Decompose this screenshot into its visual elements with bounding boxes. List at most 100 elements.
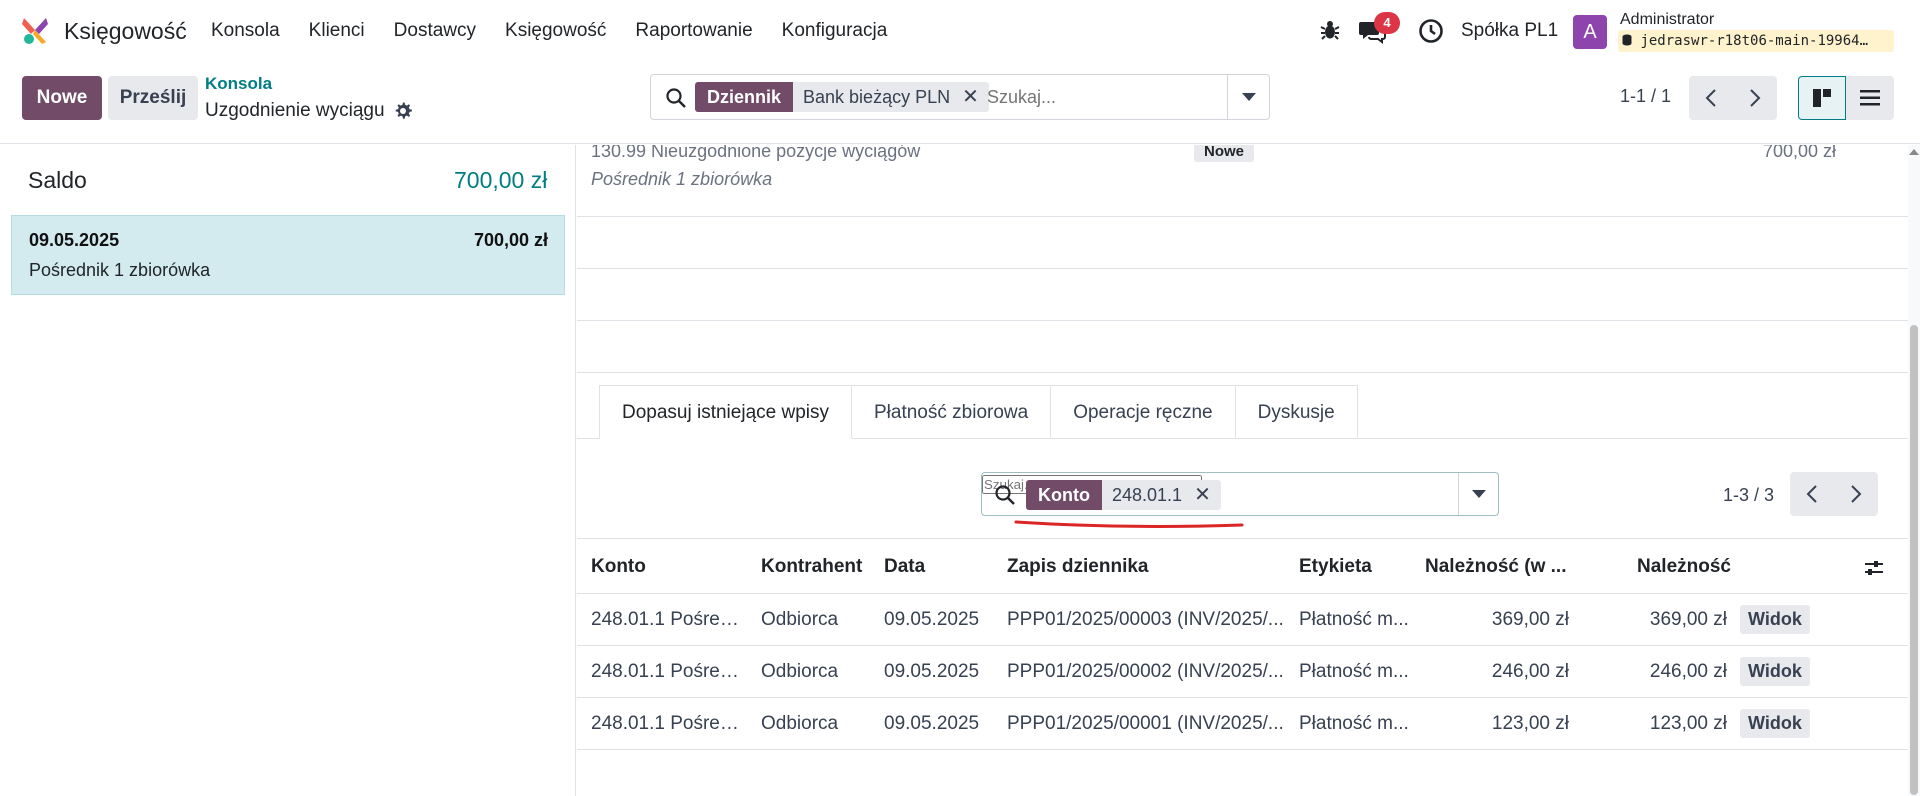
list-view-button[interactable]: [1846, 76, 1894, 120]
view-button[interactable]: Widok: [1740, 657, 1810, 686]
database-icon: [1622, 34, 1632, 46]
caret-down-icon: [1242, 93, 1256, 101]
app-logo-icon[interactable]: [20, 16, 50, 46]
cell-naleznosc-w: 123,00 zł: [1491, 713, 1569, 734]
kanban-view-button[interactable]: [1798, 76, 1846, 120]
cell-kontrahent: Odbiorca: [761, 609, 839, 630]
breadcrumb-parent-link[interactable]: Konsola: [205, 74, 272, 94]
search-options-toggle[interactable]: [1458, 473, 1498, 515]
tab-batch-payment[interactable]: Płatność zbiorowa: [852, 385, 1052, 439]
company-switcher[interactable]: Spółka PL1: [1461, 20, 1558, 42]
cell-data: 09.05.2025: [884, 713, 980, 734]
cell-konto: 248.01.1 Pośred...: [591, 609, 743, 630]
column-header-data[interactable]: Data: [884, 556, 925, 578]
cell-zapis: PPP01/2025/00002 (INV/2025/...: [1007, 661, 1284, 682]
cell-konto: 248.01.1 Pośred...: [591, 713, 743, 734]
caret-down-icon: [1472, 490, 1486, 498]
chevron-left-icon: [1705, 89, 1716, 107]
unreconciled-line-partner: Pośrednik 1 zbiorówka: [591, 169, 773, 189]
column-header-etykieta[interactable]: Etykieta: [1299, 556, 1372, 578]
search-facet-konto: Konto 248.01.1 ✕: [1026, 480, 1221, 510]
pager-buttons: [1689, 76, 1777, 120]
search-options-toggle[interactable]: [1227, 75, 1269, 119]
top-navbar: Księgowość Konsola Klienci Dostawcy Księ…: [0, 0, 1920, 64]
cell-etykieta: Płatność m...: [1299, 661, 1409, 682]
search-icon[interactable]: [994, 484, 1016, 506]
empty-line: [577, 217, 1908, 269]
entries-search-bar: Konto 248.01.1 ✕: [981, 472, 1499, 516]
cell-kontrahent: Odbiorca: [761, 713, 839, 734]
debug-bug-icon[interactable]: [1318, 18, 1342, 42]
facet-remove-icon[interactable]: ✕: [962, 82, 979, 112]
gear-icon[interactable]: [393, 101, 413, 121]
statement-line-date: 09.05.2025: [29, 230, 120, 250]
entries-pager-value[interactable]: 1-3 / 3: [1723, 485, 1774, 506]
pager-next-button[interactable]: [1834, 472, 1878, 516]
view-button[interactable]: Widok: [1740, 709, 1810, 738]
tab-manual-operations[interactable]: Operacje ręczne: [1051, 385, 1236, 439]
cell-zapis: PPP01/2025/00003 (INV/2025/...: [1007, 609, 1284, 630]
list-icon: [1860, 90, 1880, 106]
menu-item-raportowanie[interactable]: Raportowanie: [635, 20, 752, 42]
pager-previous-button[interactable]: [1689, 76, 1733, 120]
pager-previous-button[interactable]: [1790, 472, 1834, 516]
balance-label: Saldo: [28, 167, 87, 193]
cell-kontrahent: Odbiorca: [761, 661, 839, 682]
table-row[interactable]: 248.01.1 Pośred... Odbiorca 09.05.2025 P…: [577, 698, 1908, 750]
facet-key: Dziennik: [695, 82, 794, 112]
menu-item-konsola[interactable]: Konsola: [211, 20, 280, 42]
facet-key: Konto: [1026, 480, 1102, 510]
user-avatar[interactable]: A: [1573, 15, 1607, 49]
cell-etykieta: Płatność m...: [1299, 713, 1409, 734]
activity-clock-icon[interactable]: [1418, 18, 1444, 44]
table-row[interactable]: 248.01.1 Pośred... Odbiorca 09.05.2025 P…: [577, 646, 1908, 698]
table-row[interactable]: 248.01.1 Pośred... Odbiorca 09.05.2025 P…: [577, 594, 1908, 646]
cell-data: 09.05.2025: [884, 609, 980, 630]
menu-item-konfiguracja[interactable]: Konfiguracja: [782, 20, 888, 42]
menu-item-dostawcy[interactable]: Dostawcy: [394, 20, 476, 42]
entries-pager-buttons: [1790, 472, 1878, 516]
app-name[interactable]: Księgowość: [64, 18, 187, 45]
search-icon[interactable]: [665, 87, 687, 109]
statement-line-card[interactable]: 09.05.2025 700,00 zł Pośrednik 1 zbiorów…: [11, 215, 565, 295]
tab-discussions[interactable]: Dyskusje: [1235, 385, 1358, 439]
database-name-text: jedraswr-r18t06-main-19964…: [1640, 33, 1869, 49]
reconcile-tabs: Dopasuj istniejące wpisy Płatność zbioro…: [599, 385, 1358, 439]
statement-lines-panel: Saldo 700,00 zł 09.05.2025 700,00 zł Poś…: [0, 145, 576, 796]
entries-table: Konto Kontrahent Data Zapis dziennika Et…: [577, 538, 1908, 750]
empty-line: [577, 321, 1908, 373]
new-status-badge: Nowe: [1194, 145, 1255, 162]
facet-value: Bank bieżący PLN ✕: [793, 82, 989, 112]
view-button[interactable]: Widok: [1740, 605, 1810, 634]
unreconciled-line-amount: 700,00 zł: [1762, 145, 1836, 161]
user-name[interactable]: Administrator: [1620, 11, 1714, 29]
vertical-scrollbar[interactable]: [1908, 145, 1920, 796]
column-header-naleznosc-w[interactable]: Należność (w ...: [1425, 556, 1566, 578]
menu-item-klienci[interactable]: Klienci: [309, 20, 365, 42]
pager-value[interactable]: 1-1 / 1: [1620, 86, 1671, 107]
column-header-naleznosc[interactable]: Należność: [1637, 556, 1731, 578]
column-header-kontrahent[interactable]: Kontrahent: [761, 556, 862, 578]
kanban-icon: [1813, 89, 1831, 107]
scroll-up-arrow-icon[interactable]: [1909, 149, 1919, 155]
tab-match-existing[interactable]: Dopasuj istniejące wpisy: [599, 385, 852, 439]
cell-naleznosc-w: 369,00 zł: [1491, 609, 1569, 630]
scrollbar-thumb[interactable]: [1910, 325, 1918, 795]
column-header-zapis[interactable]: Zapis dziennika: [1007, 556, 1148, 578]
messages-count-badge: 4: [1374, 12, 1400, 34]
column-settings-icon[interactable]: [1863, 557, 1885, 579]
new-button[interactable]: Nowe: [22, 76, 102, 120]
facet-remove-icon[interactable]: ✕: [1194, 480, 1211, 510]
view-switcher: [1798, 76, 1894, 120]
menu-item-ksiegowosc[interactable]: Księgowość: [505, 20, 606, 42]
facet-value-text: Bank bieżący PLN: [803, 87, 951, 107]
empty-line: [577, 269, 1908, 321]
pager-next-button[interactable]: [1733, 76, 1777, 120]
cell-naleznosc: 369,00 zł: [1649, 609, 1727, 630]
upload-button[interactable]: Prześlij: [108, 76, 198, 120]
column-header-konto[interactable]: Konto: [591, 556, 646, 578]
unreconciled-line[interactable]: 130.99 Nieuzgodnione pozycje wyciągów Po…: [577, 145, 1908, 217]
facet-value-text: 248.01.1: [1111, 485, 1183, 505]
main-menu: Konsola Klienci Dostawcy Księgowość Rapo…: [211, 20, 916, 42]
search-input[interactable]: [987, 87, 1207, 108]
